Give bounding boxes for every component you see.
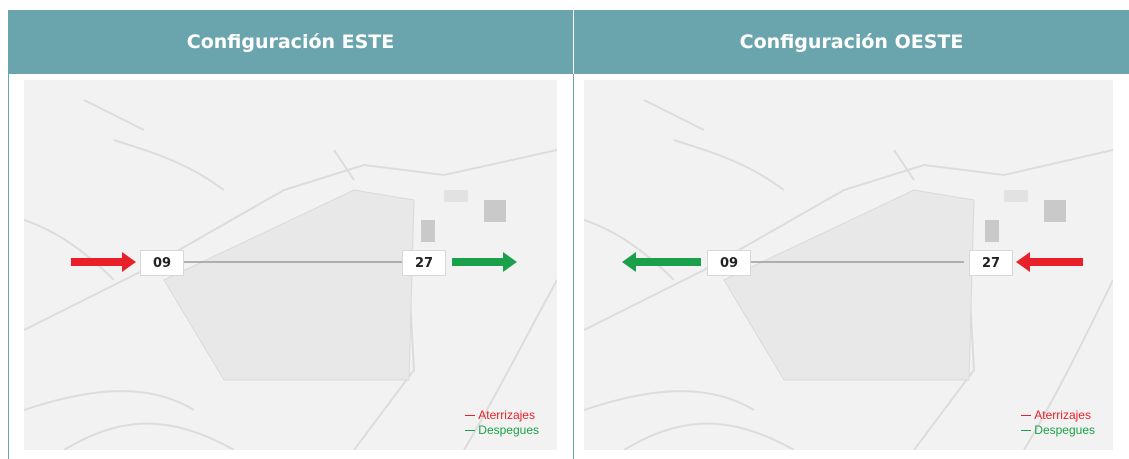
legend-dash-red xyxy=(1021,415,1032,416)
header-oeste: Configuración OESTE xyxy=(739,31,964,53)
runway-27-label-este: 27 xyxy=(402,250,446,276)
header-este: Configuración ESTE xyxy=(186,31,395,53)
takeoff-arrow-este xyxy=(452,252,517,272)
legend-landings-label: Aterrizajes xyxy=(1034,408,1091,422)
runway-27-label-oeste: 27 xyxy=(969,250,1013,276)
legend-dash-green xyxy=(1021,430,1032,431)
table-border-middle xyxy=(573,74,574,459)
legend-oeste: Aterrizajes Despegues xyxy=(1021,408,1095,438)
legend-este: Aterrizajes Despegues xyxy=(465,408,539,438)
map-panel-oeste: 09 27 Aterrizajes Despegues xyxy=(584,80,1113,450)
legend-landings-label: Aterrizajes xyxy=(478,408,535,422)
table-header: Configuración ESTE Configuración OESTE xyxy=(8,10,1129,74)
legend-takeoffs-label: Despegues xyxy=(478,423,539,437)
legend-dash-red xyxy=(465,415,476,416)
airport-map-este xyxy=(24,99,557,450)
runway-09-label-este: 09 xyxy=(140,250,184,276)
map-panel-este: 09 27 Aterrizajes Despegues xyxy=(24,80,557,450)
airport-map-oeste xyxy=(584,99,1113,450)
landing-arrow-oeste xyxy=(1016,252,1083,272)
table-border-left xyxy=(8,74,9,459)
legend-dash-green xyxy=(465,430,476,431)
runway-09-label-oeste: 09 xyxy=(707,250,751,276)
legend-takeoffs-label: Despegues xyxy=(1034,423,1095,437)
